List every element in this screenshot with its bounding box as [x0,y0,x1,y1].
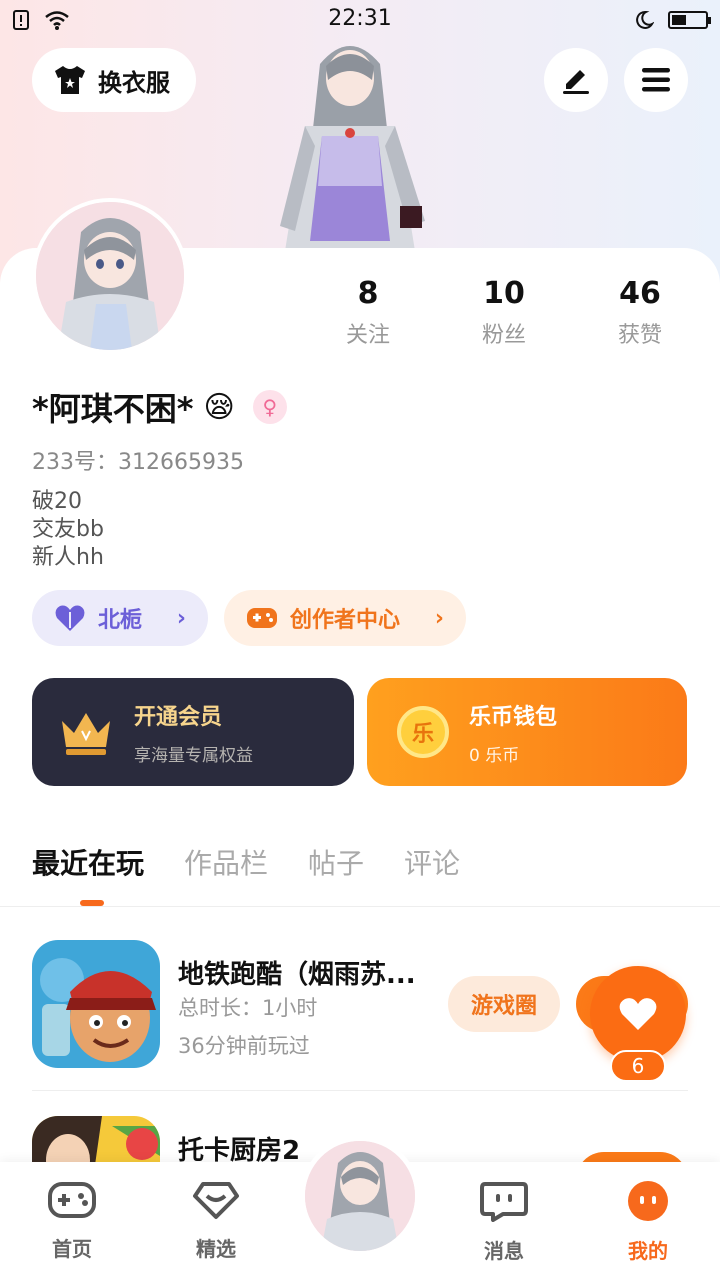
tab-recently-played[interactable]: 最近在玩 [32,842,144,882]
change-outfit-button[interactable]: 换衣服 [32,48,196,112]
vip-subtitle: 享海量专属权益 [134,745,253,766]
clock: 22:31 [328,6,392,31]
divider [32,1090,688,1091]
username-emoji: 😪 [203,389,235,425]
content-tabs: 最近在玩 作品栏 帖子 评论 [32,842,460,882]
vip-title: 开通会员 [134,704,223,730]
vip-card[interactable]: 开通会员 享海量专属权益 [32,678,354,786]
profile-face-icon [628,1181,668,1221]
play-button[interactable] [576,1152,688,1162]
bio-line: 破20 [32,489,82,514]
heart-icon [619,998,657,1030]
diamond-heart-icon [193,1182,239,1219]
followers-count: 10 [483,276,525,311]
crown-icon [62,713,110,755]
username: *阿琪不困* [32,390,194,428]
nav-featured-label: 精选 [196,1237,236,1261]
nav-messages-label: 消息 [484,1239,524,1263]
game-icon [32,1116,160,1162]
avatar-image [36,202,184,350]
toca-kitchen-icon [32,1116,160,1162]
avatar-image [305,1141,415,1251]
nav-featured[interactable]: 精选 [171,1180,261,1262]
chat-icon [480,1182,528,1222]
guild-label: 北栀 [98,608,143,633]
game-list-item[interactable]: 地铁跑酷（烟雨苏... 总时长：1小时 36分钟前玩过 游戏圈 [32,940,688,1068]
wallet-title: 乐币钱包 [469,704,558,730]
gamepad-icon [247,608,277,628]
floating-like-button[interactable] [590,966,686,1062]
bio-line: 交友bb [32,517,104,542]
nav-mine[interactable]: 我的 [603,1180,693,1264]
tab-works[interactable]: 作品栏 [184,842,268,882]
tab-posts[interactable]: 帖子 [308,842,364,882]
subway-surfers-icon [32,940,160,1068]
following-label: 关注 [345,323,390,348]
game-icon [32,940,160,1068]
following-stat[interactable]: 8 关注 [300,276,436,349]
heart-icon [55,605,85,631]
avatar-character-figure [280,46,425,251]
followers-label: 粉丝 [481,323,526,348]
chevron-right-icon: › [176,605,186,631]
nav-messages[interactable]: 消息 [459,1180,549,1264]
hamburger-icon [642,68,670,92]
nav-home-label: 首页 [52,1237,92,1261]
bio-line: 新人hh [32,545,104,570]
user-id: 233号：312665935 [32,450,244,475]
game-last-played: 36分钟前玩过 [178,1034,310,1058]
game-duration: 总时长：1小时 [178,996,318,1020]
avatar [305,1141,415,1251]
game-name: 地铁跑酷（烟雨苏... [178,960,416,990]
profile-stats: 8 关注 10 粉丝 46 获赞 [300,276,720,349]
creator-center-label: 创作者中心 [290,608,401,633]
guild-button[interactable]: 北栀 › [32,590,208,646]
wallet-card[interactable]: 乐 乐币钱包 0 乐币 [367,678,687,786]
tab-comments[interactable]: 评论 [404,842,460,882]
edit-profile-button[interactable] [544,48,608,112]
pen-icon [563,70,589,94]
bio: 破20 交友bb 新人hh [32,488,104,572]
status-bar: 22:31 [0,0,720,40]
likes-label: 获赞 [617,323,662,348]
female-gender-icon: ♀ [252,390,287,424]
battery-icon [668,11,711,29]
chevron-right-icon: › [434,605,444,631]
gamepad-icon [48,1182,96,1218]
avatar[interactable] [32,198,188,354]
menu-button[interactable] [624,48,688,112]
nav-mine-label: 我的 [628,1239,668,1263]
tshirt-icon [55,66,85,94]
likes-count: 46 [619,276,661,311]
followers-stat[interactable]: 10 粉丝 [436,276,572,349]
change-outfit-label: 换衣服 [98,68,170,97]
like-count-badge: 6 [610,1050,666,1082]
following-count: 8 [357,276,379,311]
likes-stat[interactable]: 46 获赞 [572,276,708,349]
wallet-balance: 0 乐币 [469,745,520,766]
game-circle-button[interactable]: 游戏圈 [448,976,560,1032]
nav-home[interactable]: 首页 [27,1180,117,1262]
username-row: *阿琪不困* 😪 ♀ [32,384,287,430]
nav-center-avatar-button[interactable] [300,1136,420,1256]
creator-center-button[interactable]: 创作者中心 › [224,590,466,646]
coin-icon: 乐 [397,706,449,758]
divider [0,906,720,907]
